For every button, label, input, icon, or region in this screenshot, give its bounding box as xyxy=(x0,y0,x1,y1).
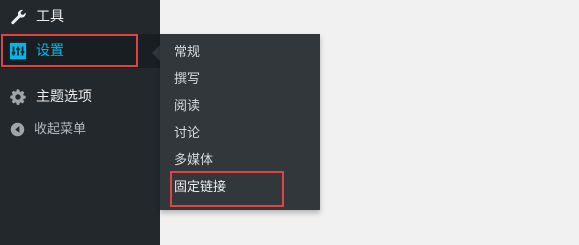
submenu-item-discussion[interactable]: 讨论 xyxy=(174,125,200,143)
collapse-arrow-icon xyxy=(10,122,25,137)
submenu-item-permalinks[interactable]: 固定链接 xyxy=(174,179,226,197)
sidebar-item-label: 设置 xyxy=(36,43,64,59)
admin-sidebar: 工具 设置 主题选项 收起菜单 xyxy=(0,0,160,245)
submenu-item-general[interactable]: 常规 xyxy=(174,44,200,62)
sidebar-item-label: 收起菜单 xyxy=(34,122,87,137)
admin-screen: 工具 设置 主题选项 收起菜单 常规 撰写 阅读 讨论 多媒体 固定链接 xyxy=(0,0,579,245)
sidebar-item-label: 工具 xyxy=(36,9,64,25)
gear-icon xyxy=(10,89,26,105)
submenu-item-reading[interactable]: 阅读 xyxy=(174,98,200,116)
sidebar-item-theme-options[interactable]: 主题选项 xyxy=(0,80,160,114)
submenu-pointer xyxy=(152,45,160,61)
settings-submenu: 常规 撰写 阅读 讨论 多媒体 固定链接 xyxy=(160,34,320,210)
collapse-menu-button[interactable]: 收起菜单 xyxy=(0,112,160,146)
sidebar-item-tools[interactable]: 工具 xyxy=(0,0,160,34)
wrench-icon xyxy=(11,9,26,25)
sidebar-item-label: 主题选项 xyxy=(36,89,92,105)
settings-sliders-icon xyxy=(9,42,27,60)
sidebar-item-settings[interactable]: 设置 xyxy=(0,34,160,68)
submenu-item-writing[interactable]: 撰写 xyxy=(174,71,200,89)
submenu-item-media[interactable]: 多媒体 xyxy=(174,152,213,170)
